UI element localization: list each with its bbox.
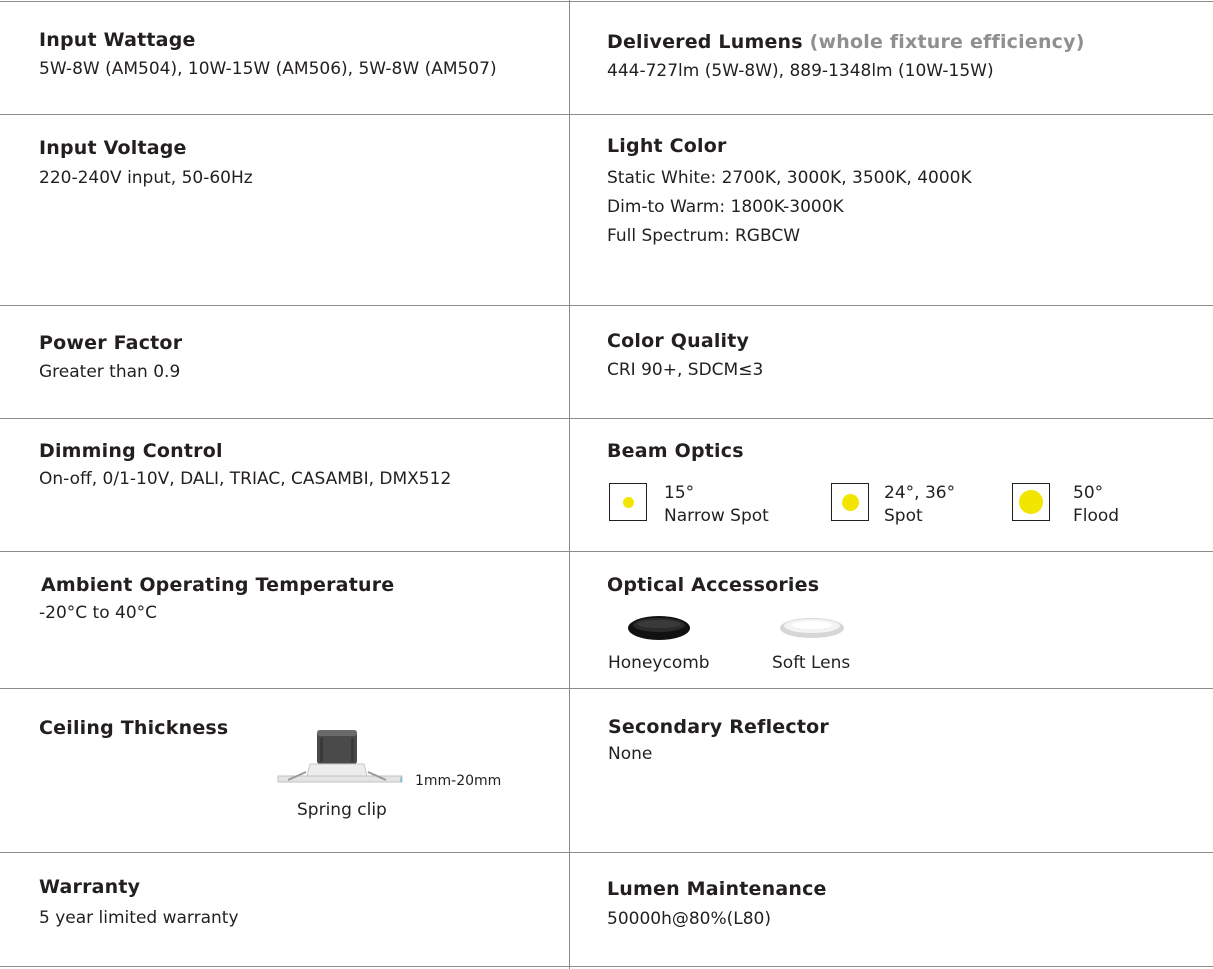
- spec-title: Light Color: [607, 135, 727, 157]
- beam-option-narrow-spot: 15° Narrow Spot: [609, 482, 769, 528]
- spec-title: Input Wattage: [39, 29, 196, 51]
- spec-title: Power Factor: [39, 332, 183, 354]
- beam-label: 15° Narrow Spot: [664, 482, 769, 528]
- beam-name: Narrow Spot: [664, 506, 769, 526]
- spec-warranty: Warranty 5 year limited warranty: [39, 876, 239, 933]
- spec-title-note: (whole fixture efficiency): [809, 31, 1085, 53]
- spec-title: Optical Accessories: [607, 574, 820, 596]
- spec-title: Secondary Reflector: [608, 716, 829, 738]
- spec-title: Delivered Lumens (whole fixture efficien…: [607, 31, 1085, 53]
- spec-light-color: Light Color Static White: 2700K, 3000K, …: [607, 135, 972, 251]
- spec-color-quality: Color Quality CRI 90+, SDCM≤3: [607, 330, 763, 385]
- row-divider: [0, 551, 1213, 552]
- beam-angle: 24°, 36°: [884, 483, 956, 503]
- row-divider: [0, 852, 1213, 853]
- row-divider: [0, 688, 1213, 689]
- accessory-honeycomb-label: Honeycomb: [608, 653, 710, 673]
- spec-value: Greater than 0.9: [39, 362, 181, 382]
- ceiling-thickness-range: 1mm-20mm: [415, 773, 502, 789]
- row-divider: [0, 418, 1213, 419]
- spec-beam-optics: Beam Optics: [607, 440, 744, 462]
- bottom-border: [0, 966, 1213, 967]
- spec-value: CRI 90+, SDCM≤3: [607, 360, 764, 380]
- spec-value: 5 year limited warranty: [39, 908, 239, 928]
- beam-option-flood: 50° Flood: [1012, 482, 1119, 528]
- spec-value-line: Full Spectrum: RGBCW: [607, 226, 801, 246]
- beam-angle: 50°: [1073, 483, 1104, 503]
- spec-optical-accessories: Optical Accessories: [607, 574, 819, 596]
- spec-delivered-lumens: Delivered Lumens (whole fixture efficien…: [607, 31, 1085, 86]
- row-divider: [0, 114, 1213, 115]
- beam-name: Spot: [884, 506, 923, 526]
- spring-clip-fixture-icon: [277, 730, 403, 783]
- top-border: [0, 1, 1213, 2]
- beam-spot-icon: [831, 483, 869, 521]
- spec-title: Lumen Maintenance: [607, 878, 827, 900]
- ceiling-thickness-caption: Spring clip: [297, 800, 387, 820]
- spec-ambient-temperature: Ambient Operating Temperature -20°C to 4…: [39, 574, 395, 628]
- spec-title: Beam Optics: [607, 440, 744, 462]
- beam-option-spot: 24°, 36° Spot: [831, 482, 955, 528]
- spec-value: 5W-8W (AM504), 10W-15W (AM506), 5W-8W (A…: [39, 59, 497, 79]
- spec-value-line: Static White: 2700K, 3000K, 3500K, 4000K: [607, 168, 972, 188]
- spec-title: Ambient Operating Temperature: [41, 574, 395, 596]
- beam-label: 50° Flood: [1073, 482, 1119, 528]
- beam-dot: [841, 493, 859, 511]
- spec-title: Warranty: [39, 876, 141, 898]
- spec-value: 444-727lm (5W-8W), 889-1348lm (10W-15W): [607, 61, 994, 81]
- beam-angle: 15°: [664, 483, 695, 503]
- beam-dot: [622, 496, 634, 508]
- soft-lens-icon: [780, 618, 844, 638]
- spec-value: 220-240V input, 50-60Hz: [39, 168, 253, 188]
- spec-input-wattage: Input Wattage 5W-8W (AM504), 10W-15W (AM…: [39, 29, 497, 84]
- spec-ceiling-thickness: Ceiling Thickness: [39, 717, 228, 739]
- beam-name: Flood: [1073, 506, 1120, 526]
- beam-narrow-spot-icon: [609, 483, 647, 521]
- honeycomb-icon: [628, 616, 690, 640]
- spec-value: 50000h@80%(L80): [607, 909, 772, 929]
- spec-title: Ceiling Thickness: [39, 717, 229, 739]
- spec-value-line: Dim-to Warm: 1800K-3000K: [607, 197, 844, 217]
- spec-title: Color Quality: [607, 330, 750, 352]
- spec-title: Dimming Control: [39, 440, 223, 462]
- spec-value: On-off, 0/1-10V, DALI, TRIAC, CASAMBI, D…: [39, 469, 452, 489]
- row-divider: [0, 305, 1213, 306]
- accessory-soft-lens-label: Soft Lens: [772, 653, 851, 673]
- spec-title: Input Voltage: [39, 137, 187, 159]
- spec-lumen-maintenance: Lumen Maintenance 50000h@80%(L80): [607, 878, 827, 934]
- column-divider: [569, 0, 570, 969]
- beam-label: 24°, 36° Spot: [884, 482, 955, 528]
- spec-power-factor: Power Factor Greater than 0.9: [39, 332, 182, 387]
- spec-title-text: Delivered Lumens: [607, 31, 803, 53]
- spec-input-voltage: Input Voltage 220-240V input, 50-60Hz: [39, 137, 253, 193]
- spec-secondary-reflector: Secondary Reflector None: [608, 716, 829, 769]
- spec-value: None: [608, 744, 653, 764]
- spec-dimming-control: Dimming Control On-off, 0/1-10V, DALI, T…: [39, 440, 451, 494]
- spec-value: -20°C to 40°C: [39, 603, 158, 623]
- beam-flood-icon: [1012, 483, 1050, 521]
- beam-dot: [1019, 490, 1043, 514]
